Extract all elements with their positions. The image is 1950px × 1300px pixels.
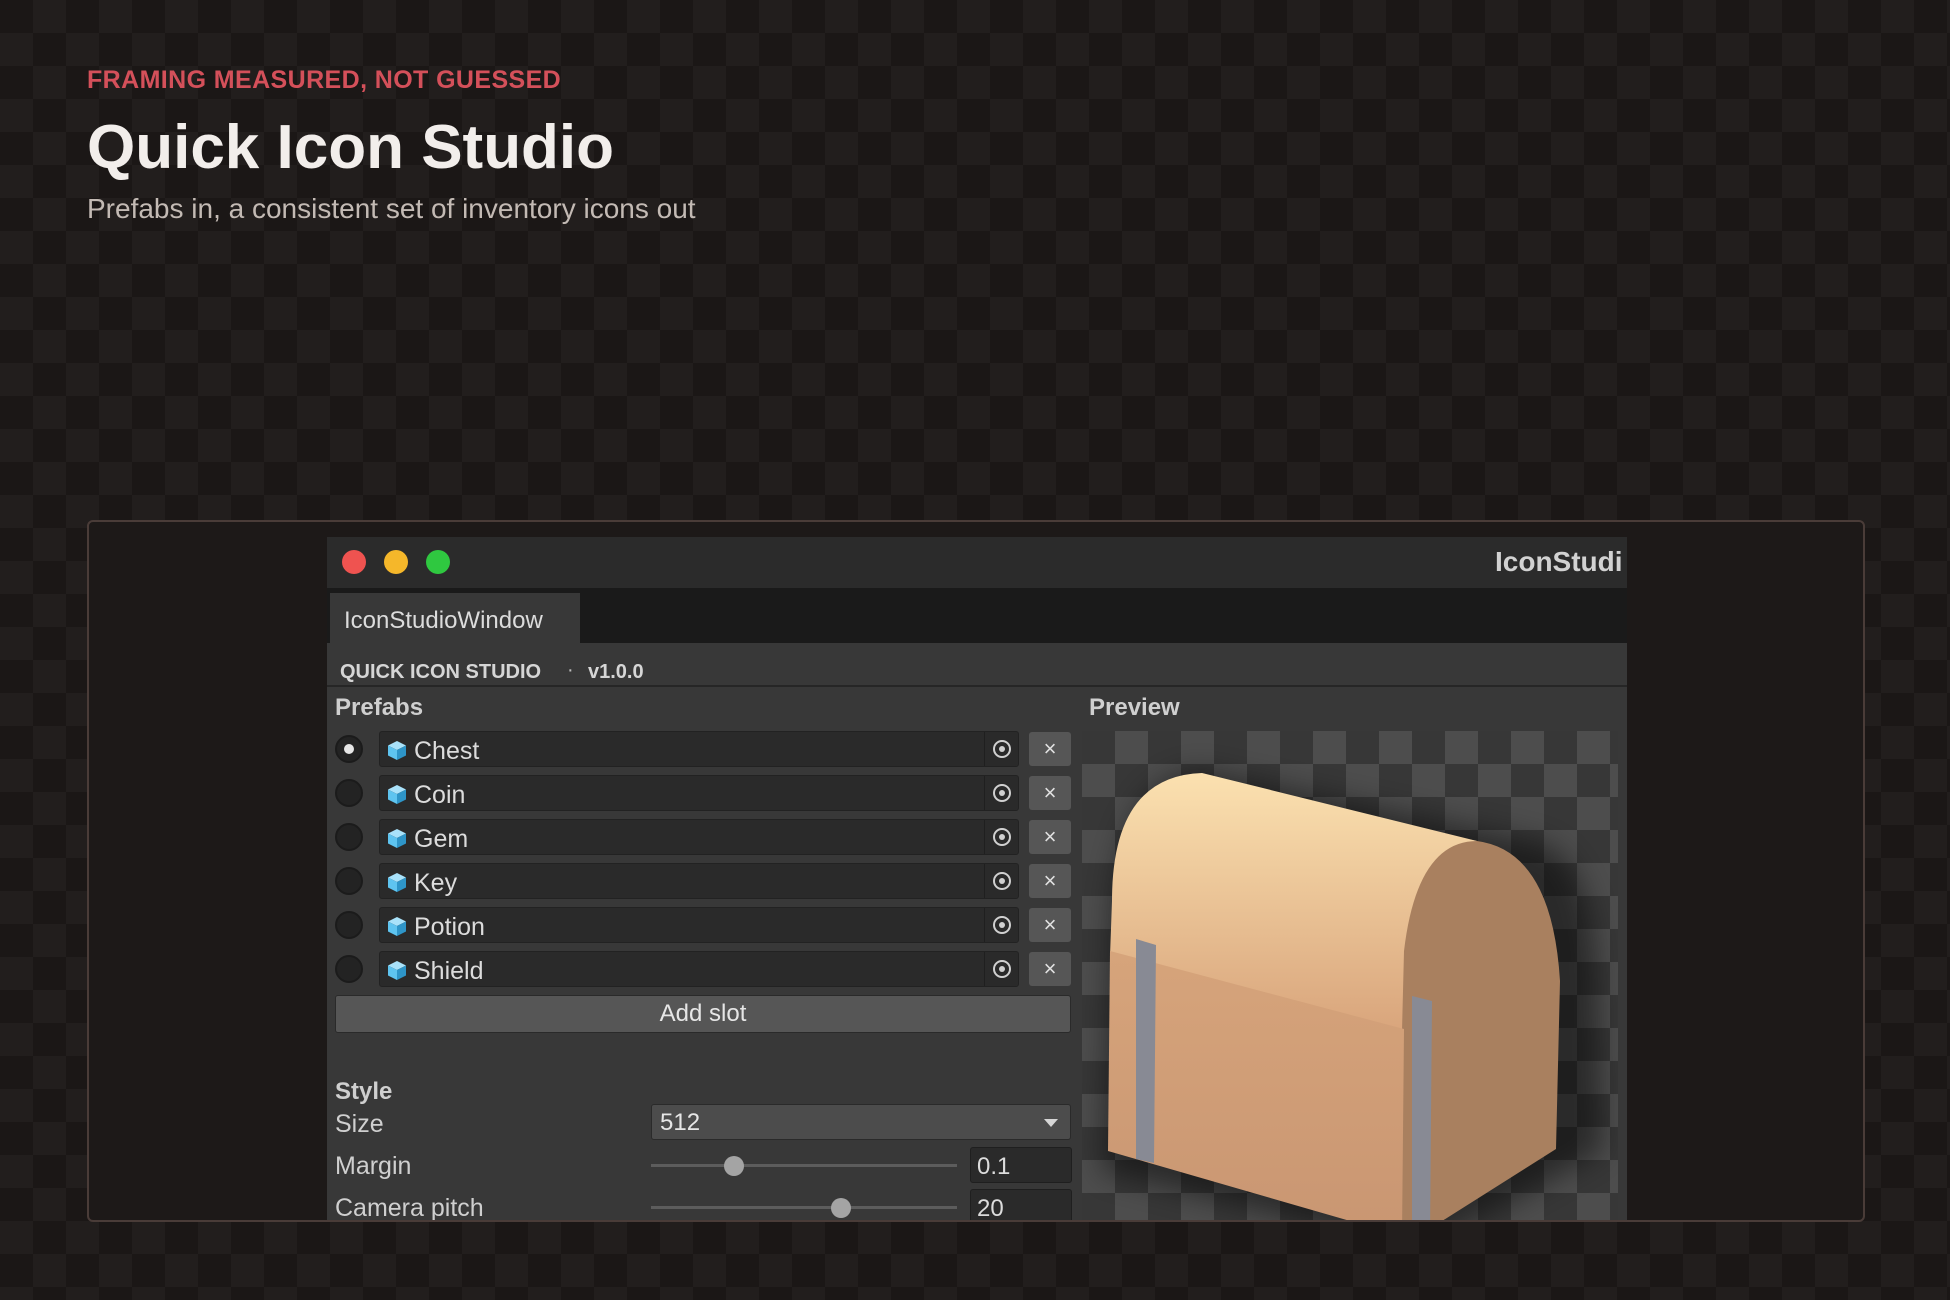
hero-subtitle: Prefabs in, a consistent set of inventor… <box>87 193 696 224</box>
remove-slot-button[interactable]: × <box>1029 820 1071 854</box>
object-picker-icon[interactable] <box>984 952 1018 986</box>
prefab-cube-icon <box>388 873 406 892</box>
remove-slot-button[interactable]: × <box>1029 776 1071 810</box>
editor-window: IconStudi IconStudioWindow QUICK ICON ST… <box>327 537 1627 1222</box>
prefab-slot-row: Coin × <box>335 775 1075 811</box>
prefab-name: Chest <box>414 737 480 765</box>
prefab-object-field[interactable]: Coin <box>379 775 1019 811</box>
add-slot-button[interactable]: Add slot <box>335 995 1071 1033</box>
close-window-button[interactable] <box>342 550 366 574</box>
camera-pitch-value: 20 <box>977 1195 1004 1222</box>
margin-label: Margin <box>335 1152 412 1180</box>
size-label: Size <box>335 1110 384 1138</box>
prefab-cube-icon <box>388 741 406 760</box>
app-version: v1.0.0 <box>588 661 644 683</box>
prefab-slot-row: Chest × <box>335 731 1075 767</box>
hero-eyebrow: FRAMING MEASURED, NOT GUESSED <box>87 66 562 94</box>
title-bar: IconStudi <box>327 537 1627 588</box>
object-picker-icon[interactable] <box>984 732 1018 766</box>
prefab-name: Key <box>414 869 458 897</box>
prefab-object-field[interactable]: Gem <box>379 819 1019 855</box>
chest-strap-left <box>1136 939 1156 1163</box>
prefab-cube-icon <box>388 917 406 936</box>
slot-select-radio[interactable] <box>335 867 363 895</box>
remove-slot-button[interactable]: × <box>1029 908 1071 942</box>
camera-pitch-field[interactable]: 20 <box>970 1189 1072 1222</box>
prefab-name: Potion <box>414 913 485 941</box>
window-title: IconStudi <box>1495 546 1623 577</box>
preview-canvas <box>1082 731 1618 1220</box>
preview-heading: Preview <box>1089 694 1180 721</box>
slot-select-radio[interactable] <box>335 911 363 939</box>
hero-title: Quick Icon Studio <box>87 113 615 182</box>
remove-slot-button[interactable]: × <box>1029 864 1071 898</box>
object-picker-icon[interactable] <box>984 776 1018 810</box>
header-separator: · <box>567 659 574 681</box>
prefab-name: Shield <box>414 957 484 985</box>
prefab-name: Coin <box>414 781 466 809</box>
margin-field[interactable]: 0.1 <box>970 1147 1072 1183</box>
style-heading: Style <box>335 1078 393 1105</box>
chest-strap-right <box>1412 996 1432 1220</box>
camera-pitch-label: Camera pitch <box>335 1194 484 1222</box>
object-picker-icon[interactable] <box>984 908 1018 942</box>
tab-icon-studio-window[interactable]: IconStudioWindow <box>330 593 580 643</box>
prefab-object-field[interactable]: Shield <box>379 951 1019 987</box>
object-picker-icon[interactable] <box>984 864 1018 898</box>
prefab-object-field[interactable]: Key <box>379 863 1019 899</box>
remove-slot-button[interactable]: × <box>1029 952 1071 986</box>
treasure-chest-icon <box>1102 771 1602 1220</box>
prefabs-heading: Prefabs <box>335 694 424 721</box>
screenshot-stage: IconStudi IconStudioWindow QUICK ICON ST… <box>87 520 1865 1222</box>
camera-pitch-slider-knob[interactable] <box>830 1198 851 1218</box>
slot-select-radio[interactable] <box>335 735 363 763</box>
margin-value: 0.1 <box>977 1153 1011 1180</box>
size-value: 512 <box>660 1109 701 1136</box>
app-header: QUICK ICON STUDIO · v1.0.0 <box>327 643 1627 687</box>
margin-slider-knob[interactable] <box>723 1156 744 1176</box>
app-name: QUICK ICON STUDIO <box>340 661 542 683</box>
size-dropdown[interactable]: 512 <box>651 1104 1071 1140</box>
prefab-slot-row: Gem × <box>335 819 1075 855</box>
prefab-object-field[interactable]: Chest <box>379 731 1019 767</box>
chevron-down-icon <box>1044 1119 1058 1127</box>
tab-strip: IconStudioWindow <box>327 588 1627 643</box>
prefab-cube-icon <box>388 829 406 848</box>
prefab-name: Gem <box>414 825 469 853</box>
maximize-window-button[interactable] <box>426 550 450 574</box>
camera-pitch-slider-track[interactable] <box>651 1206 957 1209</box>
margin-slider-track[interactable] <box>651 1164 957 1167</box>
prefab-cube-icon <box>388 785 406 804</box>
minimize-window-button[interactable] <box>384 550 408 574</box>
slot-select-radio[interactable] <box>335 955 363 983</box>
prefab-slot-row: Shield × <box>335 951 1075 987</box>
remove-slot-button[interactable]: × <box>1029 732 1071 766</box>
prefab-object-field[interactable]: Potion <box>379 907 1019 943</box>
object-picker-icon[interactable] <box>984 820 1018 854</box>
prefab-cube-icon <box>388 961 406 980</box>
prefab-slot-row: Key × <box>335 863 1075 899</box>
slot-select-radio[interactable] <box>335 823 363 851</box>
prefab-slot-row: Potion × <box>335 907 1075 943</box>
slot-select-radio[interactable] <box>335 779 363 807</box>
